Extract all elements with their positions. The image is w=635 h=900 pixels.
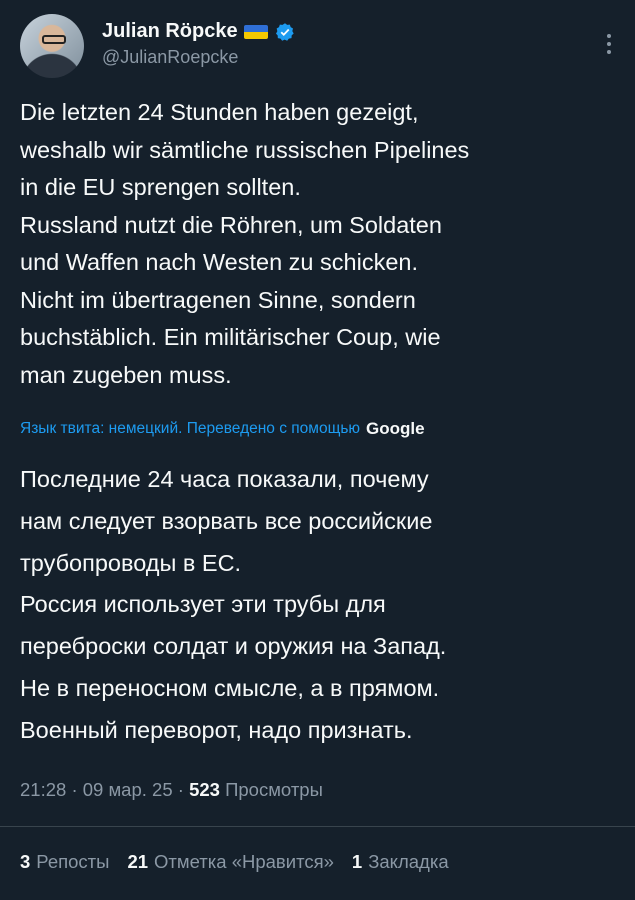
display-name-text[interactable]: Julian Röpcke (102, 20, 238, 43)
ukraine-flag-icon (243, 24, 268, 39)
author-names: Julian Röpcke @JulianRoepcke (102, 20, 295, 68)
tweet-header: Julian Röpcke @JulianRoepcke (20, 14, 621, 84)
likes-label: Отметка «Нравится» (154, 851, 334, 872)
divider (0, 826, 635, 827)
author-display-name[interactable]: Julian Röpcke (102, 20, 295, 43)
separator-dot: · (177, 779, 190, 800)
reposts-count: 3 (20, 851, 31, 872)
translation-note-text: Язык твита: немецкий. Переведено с помощ… (20, 420, 361, 437)
likes-count: 21 (127, 851, 149, 872)
tweet-date[interactable]: 09 мар. 25 (83, 779, 173, 800)
tweet-meta: 21:28 · 09 мар. 25 · 523 Просмотры (20, 779, 323, 801)
bookmarks-stat[interactable]: 1 Закладка (352, 851, 449, 873)
translation-note[interactable]: Язык твита: немецкий. Переведено с помощ… (20, 419, 425, 439)
tweet-original-text: Die letzten 24 Stunden haben gezeigt, we… (20, 99, 470, 388)
avatar[interactable] (20, 14, 84, 78)
tweet-time[interactable]: 21:28 (20, 779, 66, 800)
more-options-icon[interactable] (607, 30, 611, 58)
verified-badge-icon (275, 22, 294, 41)
tweet-translated-text: Последние 24 часа показали, почему нам с… (20, 466, 447, 743)
bookmarks-label: Закладка (368, 851, 449, 872)
reposts-label: Репосты (36, 851, 110, 872)
likes-stat[interactable]: 21 Отметка «Нравится» (127, 851, 333, 873)
tweet-stats: 3 Репосты 21 Отметка «Нравится» 1 Закладка (20, 851, 449, 873)
views-count: 523 (189, 779, 220, 800)
reposts-stat[interactable]: 3 Репосты (20, 851, 109, 873)
author-handle[interactable]: @JulianRoepcke (102, 47, 295, 68)
google-logo: Google (366, 419, 425, 438)
separator-dot: · (71, 779, 83, 800)
views-label: Просмотры (225, 779, 323, 800)
bookmarks-count: 1 (351, 851, 363, 872)
